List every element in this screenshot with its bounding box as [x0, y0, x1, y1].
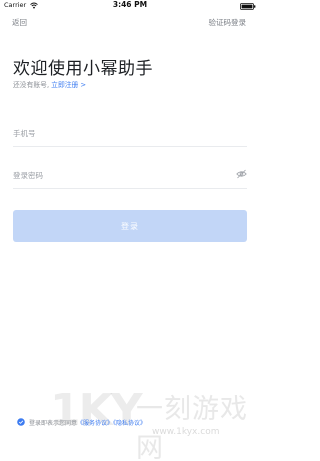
service-agreement-link[interactable]: 《服务协议》	[77, 420, 113, 427]
clock: 3:46 PM	[112, 0, 148, 9]
chevron-right-icon: >	[80, 81, 87, 89]
phone-input[interactable]	[13, 124, 223, 142]
agreement-prefix: 登录即表示您同意	[29, 420, 78, 427]
agreement-text: 登录即表示您同意《服务协议》《隐私协议》	[29, 418, 146, 427]
eye-slash-icon[interactable]	[236, 169, 247, 179]
check-circle-icon[interactable]	[17, 418, 25, 426]
no-account-text: 还没有账号,	[13, 81, 50, 89]
agreement: 登录即表示您同意《服务协议》《隐私协议》	[17, 417, 257, 429]
password-field	[13, 164, 247, 189]
sms-login-link[interactable]: 验证码登录	[209, 17, 247, 28]
back-button[interactable]: 返回	[12, 17, 27, 28]
privacy-agreement-link[interactable]: 《隐私协议》	[113, 420, 146, 427]
status-bar: Carrier 3:46 PM	[0, 0, 260, 12]
password-input[interactable]	[13, 166, 223, 184]
register-prompt: 还没有账号, 立即注册 >	[13, 79, 86, 89]
page-title: 欢迎使用小幂助手	[13, 59, 153, 79]
phone-field	[13, 122, 247, 147]
login-screen: Carrier 3:46 PM 返回 验证码登录 欢迎使用小幂助手 还没有账号,…	[0, 0, 260, 461]
register-link[interactable]: 立即注册	[51, 81, 78, 89]
battery-icon	[240, 3, 256, 10]
watermark: 1KY 一刻游戏网 www.1kyx.com	[50, 385, 260, 461]
login-button[interactable]: 登录	[13, 210, 247, 242]
